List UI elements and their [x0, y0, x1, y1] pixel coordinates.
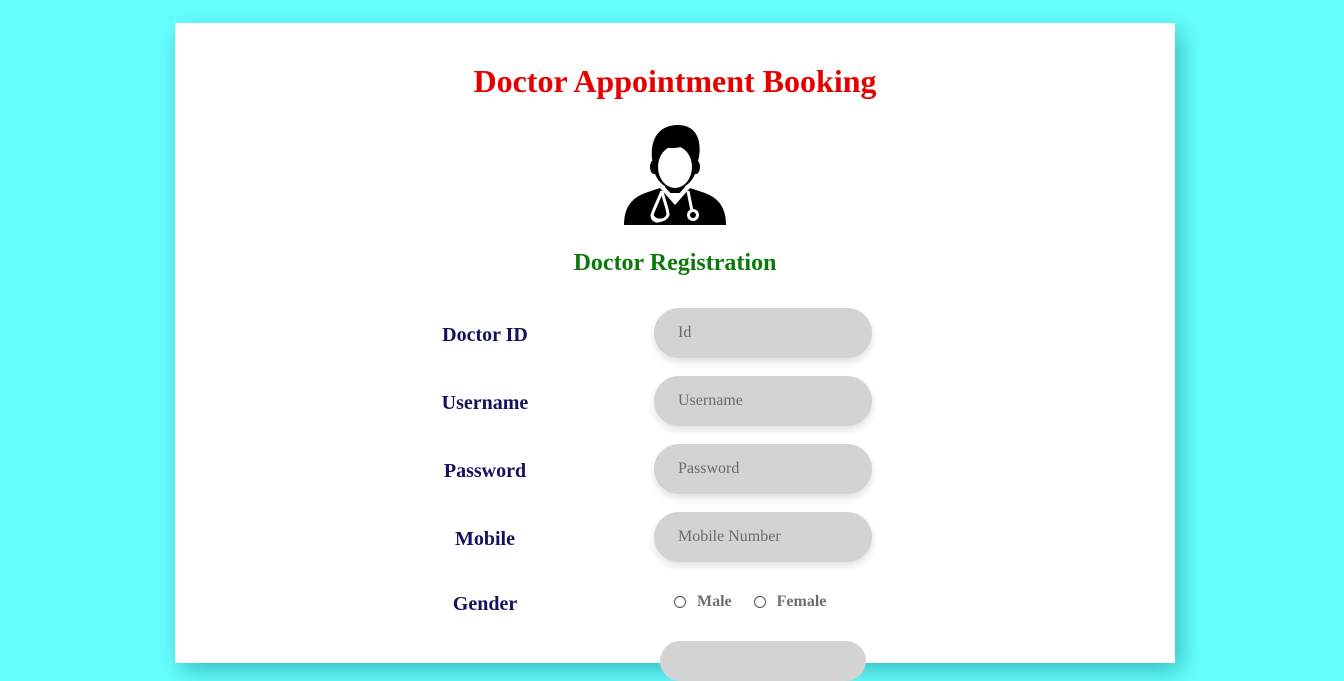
registration-card: Doctor Appointment Booking Doctor Regist: [175, 23, 1175, 681]
gender-option-female[interactable]: Female: [753, 593, 827, 611]
gender-label: Gender: [452, 593, 518, 615]
mobile-input[interactable]: [654, 512, 872, 562]
password-input[interactable]: [654, 444, 872, 494]
form-subtitle: Doctor Registration: [573, 250, 777, 276]
doctor-stethoscope-icon: [622, 123, 728, 227]
page-title: Doctor Appointment Booking: [473, 63, 877, 99]
next-field-partial[interactable]: [660, 641, 866, 681]
doctor-id-input[interactable]: [654, 308, 872, 358]
gender-option-male[interactable]: Male: [674, 593, 732, 611]
gender-radio-group: Male Female: [674, 591, 848, 613]
username-label: Username: [441, 392, 529, 414]
username-input[interactable]: [654, 376, 872, 426]
female-label: Female: [776, 593, 827, 610]
male-radio[interactable]: [674, 596, 686, 608]
doctor-id-label: Doctor ID: [442, 324, 528, 346]
female-radio[interactable]: [753, 596, 766, 608]
male-label: Male: [697, 593, 732, 610]
password-label: Password: [443, 460, 527, 482]
mobile-label: Mobile: [455, 528, 515, 550]
